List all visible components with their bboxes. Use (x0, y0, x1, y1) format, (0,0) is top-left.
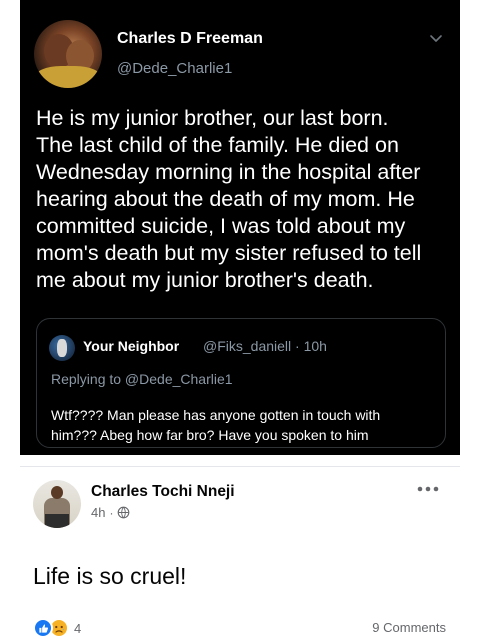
tweet-text-line: The last child of the family. He died on (36, 133, 399, 157)
reaction-count: 4 (74, 620, 82, 636)
quoted-author-name[interactable]: Your Neighbor (83, 338, 179, 354)
quoted-tweet[interactable]: Your Neighbor @Fiks_daniell · 10h Replyi… (36, 318, 446, 448)
globe-icon[interactable] (117, 506, 130, 519)
chevron-down-icon[interactable] (428, 30, 444, 46)
tweet-author-avatar[interactable] (34, 20, 102, 88)
more-options-icon[interactable] (417, 484, 439, 494)
quoted-tweet-text: Wtf???? Man please has anyone gotten in … (51, 405, 436, 445)
tweet-text-line: me about my junior brother's death. (36, 268, 374, 292)
reactions-summary[interactable]: 4 (33, 618, 81, 638)
tweet-author-name[interactable]: Charles D Freeman (117, 30, 263, 48)
quoted-author-avatar[interactable] (49, 335, 75, 361)
post-text: Life is so cruel! (33, 563, 187, 589)
tweet-text-line: committed suicide, I was told about my (36, 214, 406, 238)
avatar[interactable] (33, 480, 81, 528)
post-divider (20, 466, 460, 467)
quoted-author-handle-time: @Fiks_daniell · 10h (203, 338, 327, 354)
like-reaction-icon (33, 618, 53, 638)
quoted-text-line: him??? Abeg how far bro? Have you spoken… (51, 427, 369, 443)
meta-separator: · (109, 505, 114, 520)
post-author-name[interactable]: Charles Tochi Nneji (91, 483, 235, 501)
quoted-text-line: Wtf???? Man please has anyone gotten in … (51, 407, 381, 423)
tweet-card[interactable]: Charles D Freeman @Dede_Charlie1 He is m… (20, 0, 460, 455)
tweet-text: He is my junior brother, our last born. … (36, 105, 451, 294)
post-meta: 4h · (91, 505, 130, 520)
post-time[interactable]: 4h (91, 505, 105, 520)
tweet-text-line: mom's death but my sister refused to tel… (36, 241, 422, 265)
tweet-text-line: He is my junior brother, our last born. (36, 106, 389, 130)
replying-to-label: Replying to @Dede_Charlie1 (51, 371, 233, 387)
comments-link[interactable]: 9 Comments (372, 620, 446, 635)
tweet-author-handle[interactable]: @Dede_Charlie1 (117, 60, 232, 77)
tweet-text-line: Wednesday morning in the hospital after (36, 160, 421, 184)
tweet-text-line: hearing about the death of my mom. He (36, 187, 415, 211)
